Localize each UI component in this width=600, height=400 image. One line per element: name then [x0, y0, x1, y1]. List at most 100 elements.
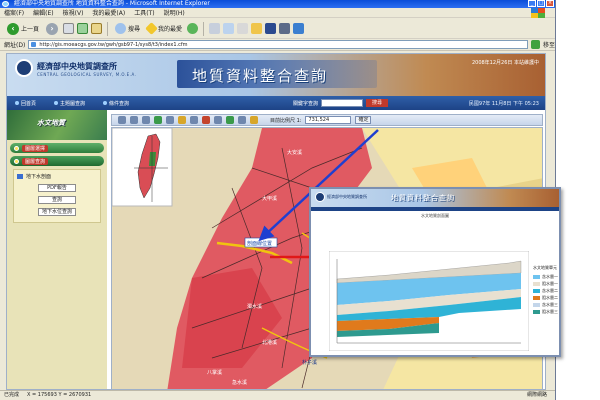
legend-label: 含水層三	[542, 301, 558, 307]
home-icon[interactable]	[91, 23, 103, 34]
toolbar-separator	[203, 21, 205, 36]
legend-swatch	[533, 281, 540, 286]
address-input[interactable]: http://gis.moeacgs.gov.tw/gwh/gsb97-1/sy…	[28, 40, 528, 49]
legend-swatch	[533, 295, 540, 300]
go-label[interactable]: 移至	[543, 40, 555, 49]
bullet-icon	[14, 145, 19, 151]
bullet-icon	[14, 158, 19, 164]
groundwater-profile-label: 地下水剖面	[26, 174, 52, 180]
legend-icon[interactable]	[250, 116, 258, 124]
map-label-zhuoshui: 濁水溪	[247, 303, 262, 310]
history-icon[interactable]	[209, 23, 221, 34]
popup-header: 經濟部中央地質調查所 地質資料整合查詢	[311, 189, 559, 207]
stop-icon[interactable]	[63, 23, 75, 34]
full-extent-icon[interactable]	[154, 116, 162, 124]
edit-icon[interactable]	[279, 23, 291, 34]
search-icon	[115, 23, 127, 34]
water-level-query-button[interactable]: 地下水位查詢	[38, 208, 76, 216]
minimize-button[interactable]: _	[528, 0, 536, 7]
identify-icon[interactable]	[166, 116, 174, 124]
print-map-icon[interactable]	[214, 116, 222, 124]
keyword-search-input[interactable]	[321, 99, 364, 107]
favorites-button[interactable]: 我的最愛	[145, 22, 184, 36]
search-button[interactable]: 搜尋	[113, 22, 142, 36]
select-icon[interactable]	[190, 116, 198, 124]
minimap-extent	[149, 152, 156, 166]
tab-layer-query[interactable]: 圖層查詢	[10, 156, 104, 166]
legend-swatch	[533, 302, 540, 307]
cgs-logo-icon	[315, 192, 325, 202]
refresh-icon[interactable]	[77, 23, 89, 34]
map-toolbar: 目前比例尺 1: 731,524 確定	[111, 114, 543, 126]
maximize-button[interactable]: □	[537, 0, 545, 7]
cgs-logo-icon	[15, 59, 33, 77]
profile-plot-title: 水文地質剖面圖	[421, 213, 449, 218]
popup-org-name: 經濟部中央地質調查所	[327, 194, 367, 199]
legend-item: 阻水層二	[533, 294, 559, 301]
back-button[interactable]: ‹ 上一頁	[5, 22, 41, 36]
word-icon[interactable]	[265, 23, 277, 34]
status-bar: 已完成 X = 175693 Y = 2670931 網際網路	[0, 390, 555, 400]
print-icon[interactable]	[237, 23, 249, 34]
windows-logo-icon	[531, 8, 545, 18]
back-arrow-icon: ‹	[7, 22, 19, 35]
pdf-report-button[interactable]: PDF報告	[38, 184, 76, 192]
measure-icon[interactable]	[178, 116, 186, 124]
map-label-beigang: 北港溪	[262, 339, 277, 346]
header-date: 2008年12月26日 本站維護中	[471, 60, 539, 66]
status-zone: 網際網路	[526, 392, 547, 398]
query-button[interactable]: 查詢	[38, 196, 76, 204]
clear-icon[interactable]	[202, 116, 210, 124]
map-label-profile: 剖面線位置	[247, 240, 272, 247]
left-panel-banner: 水文地質	[7, 110, 107, 140]
keyword-search: 關鍵字查詢 搜尋	[293, 99, 389, 107]
menu-view[interactable]: 檢視(V)	[63, 8, 84, 17]
menu-favorites[interactable]: 我的最愛(A)	[92, 8, 125, 17]
profile-popup-window: 經濟部中央地質調查所 地質資料整合查詢 水文地質剖面圖 水文地質單元 含水層一 …	[309, 187, 561, 357]
scale-confirm-button[interactable]: 確定	[355, 116, 372, 124]
nav-home[interactable]: 回首頁	[15, 100, 36, 107]
layer-icon[interactable]	[238, 116, 246, 124]
map-label-jishui: 急水溪	[232, 379, 247, 386]
messenger-icon[interactable]	[293, 23, 305, 34]
menu-edit[interactable]: 編輯(E)	[33, 8, 53, 17]
go-arrow-icon[interactable]	[530, 40, 540, 49]
site-title: 地質資料整合查詢	[192, 67, 329, 85]
nav-theme-maps[interactable]: 主題圖查詢	[54, 100, 85, 107]
keyword-search-label: 關鍵字查詢	[293, 100, 319, 107]
keyword-search-button[interactable]: 搜尋	[366, 99, 389, 107]
legend-label: 阻水層三	[542, 308, 558, 314]
media-icon[interactable]	[187, 23, 199, 34]
window-controls: _ □ ×	[528, 0, 554, 7]
status-coords: X = 175693 Y = 2670931	[27, 392, 92, 398]
legend-label: 含水層二	[542, 287, 558, 293]
legend-item: 含水層三	[533, 301, 559, 308]
menu-file[interactable]: 檔案(F)	[4, 8, 24, 17]
mail-icon[interactable]	[223, 23, 235, 34]
close-button[interactable]: ×	[546, 0, 554, 7]
folder-icon[interactable]	[251, 23, 263, 34]
popup-title: 地質資料整合查詢	[391, 194, 455, 202]
address-label: 網址(D)	[4, 42, 26, 49]
zoom-in-icon[interactable]	[130, 116, 138, 124]
nav-condition-query[interactable]: 條件查詢	[103, 100, 129, 107]
profile-legend: 水文地質單元 含水層一 阻水層一 含水層二 阻水層二 含水層三 阻水層三	[533, 265, 559, 315]
favorites-label: 我的最愛	[158, 26, 183, 33]
left-panel: 水文地質 圖層選擇 圖層查詢 地下水剖面 PDF報告 查詢 地下水位查詢	[7, 110, 107, 389]
legend-title: 水文地質單元	[533, 265, 557, 270]
zoom-out-icon[interactable]	[142, 116, 150, 124]
menu-tools[interactable]: 工具(T)	[134, 8, 154, 17]
profile-tool-icon[interactable]	[226, 116, 234, 124]
forward-button[interactable]: ›	[44, 22, 60, 36]
scale-input[interactable]: 731,524	[305, 116, 352, 124]
search-label: 搜尋	[128, 26, 141, 33]
groundwater-profile-title: 地下水剖面	[17, 173, 97, 180]
scale-label: 目前比例尺 1:	[270, 117, 302, 124]
menu-help[interactable]: 說明(H)	[164, 8, 185, 17]
site-navbar: 回首頁 主題圖查詢 條件查詢 關鍵字查詢 搜尋 民國97年 11月8日 下午 0…	[7, 96, 545, 110]
tab-layer-select[interactable]: 圖層選擇	[10, 143, 104, 153]
left-panel-banner-text: 水文地質	[37, 119, 65, 127]
map-label-daan: 大安溪	[287, 149, 302, 156]
ie-icon	[2, 1, 9, 7]
pan-icon[interactable]	[118, 116, 126, 124]
